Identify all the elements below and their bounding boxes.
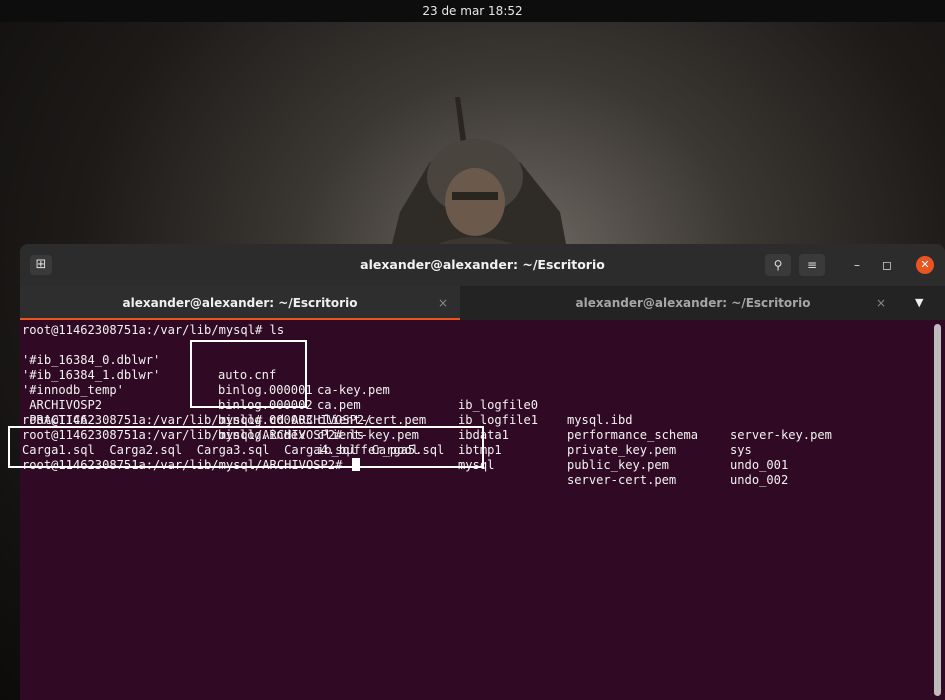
minimize-icon[interactable]: –	[847, 255, 867, 275]
maximize-icon[interactable]: ◻	[877, 255, 897, 275]
ls-row: '#ib_16384_0.dblwr' auto.cnf ca-key.pem …	[22, 338, 832, 442]
terminal-output[interactable]: root@11462308751a:/var/lib/mysql# ls '#i…	[22, 323, 922, 699]
ls-entry: undo_001	[730, 458, 789, 472]
ls-entry: mysql.ibd	[567, 413, 633, 427]
close-icon[interactable]: ✕	[916, 256, 934, 274]
highlight-box-archivos	[8, 426, 484, 468]
terminal-line-command: root@11462308751a:/var/lib/mysql# ls	[22, 323, 285, 337]
ls-entry: undo_002	[730, 473, 789, 487]
terminal-window: ⊞ alexander@alexander: ~/Escritorio ⚲ ≡ …	[20, 244, 945, 700]
ls-entry: sys	[730, 443, 752, 457]
highlight-box-binlog	[190, 340, 307, 408]
ls-row: '#ib_16384_1.dblwr' binlog.000001 ca.pem…	[22, 353, 752, 457]
system-top-bar: 23 de mar 18:52	[0, 0, 945, 22]
ls-row: ARCHIVOSP2 binlog.000003 client-key.pem …	[22, 383, 788, 487]
ls-entry: private_key.pem	[567, 443, 677, 457]
ls-entry: server-key.pem	[730, 428, 832, 442]
ls-entry: performance_schema	[567, 428, 699, 442]
ls-entry: ib_logfile0	[458, 398, 539, 412]
chevron-down-icon[interactable]: ▼	[915, 286, 923, 320]
ls-entry: ca-key.pem	[317, 383, 390, 397]
ls-entry: server-cert.pem	[567, 473, 677, 487]
hamburger-menu-icon[interactable]: ≡	[799, 254, 825, 276]
active-tab-indicator	[20, 318, 460, 320]
tab-terminal-2[interactable]: alexander@alexander: ~/Escritorio	[480, 286, 906, 320]
terminal-scrollbar[interactable]	[934, 324, 941, 696]
ls-entry: ca.pem	[317, 398, 361, 412]
tab-bar: alexander@alexander: ~/Escritorio × alex…	[20, 286, 945, 320]
close-icon[interactable]: ×	[438, 286, 448, 320]
close-icon[interactable]: ×	[876, 286, 886, 320]
tab-terminal-1[interactable]: alexander@alexander: ~/Escritorio	[20, 286, 460, 320]
ls-entry: public_key.pem	[567, 458, 669, 472]
ls-row: '#innodb_temp' binlog.000002 client-cert…	[22, 368, 788, 472]
clock[interactable]: 23 de mar 18:52	[422, 4, 522, 18]
search-icon[interactable]: ⚲	[765, 254, 791, 276]
ls-row: PRACTICA2 binlog.index ib_buffer_pool my…	[22, 398, 676, 487]
window-titlebar[interactable]: ⊞ alexander@alexander: ~/Escritorio ⚲ ≡ …	[20, 244, 945, 286]
